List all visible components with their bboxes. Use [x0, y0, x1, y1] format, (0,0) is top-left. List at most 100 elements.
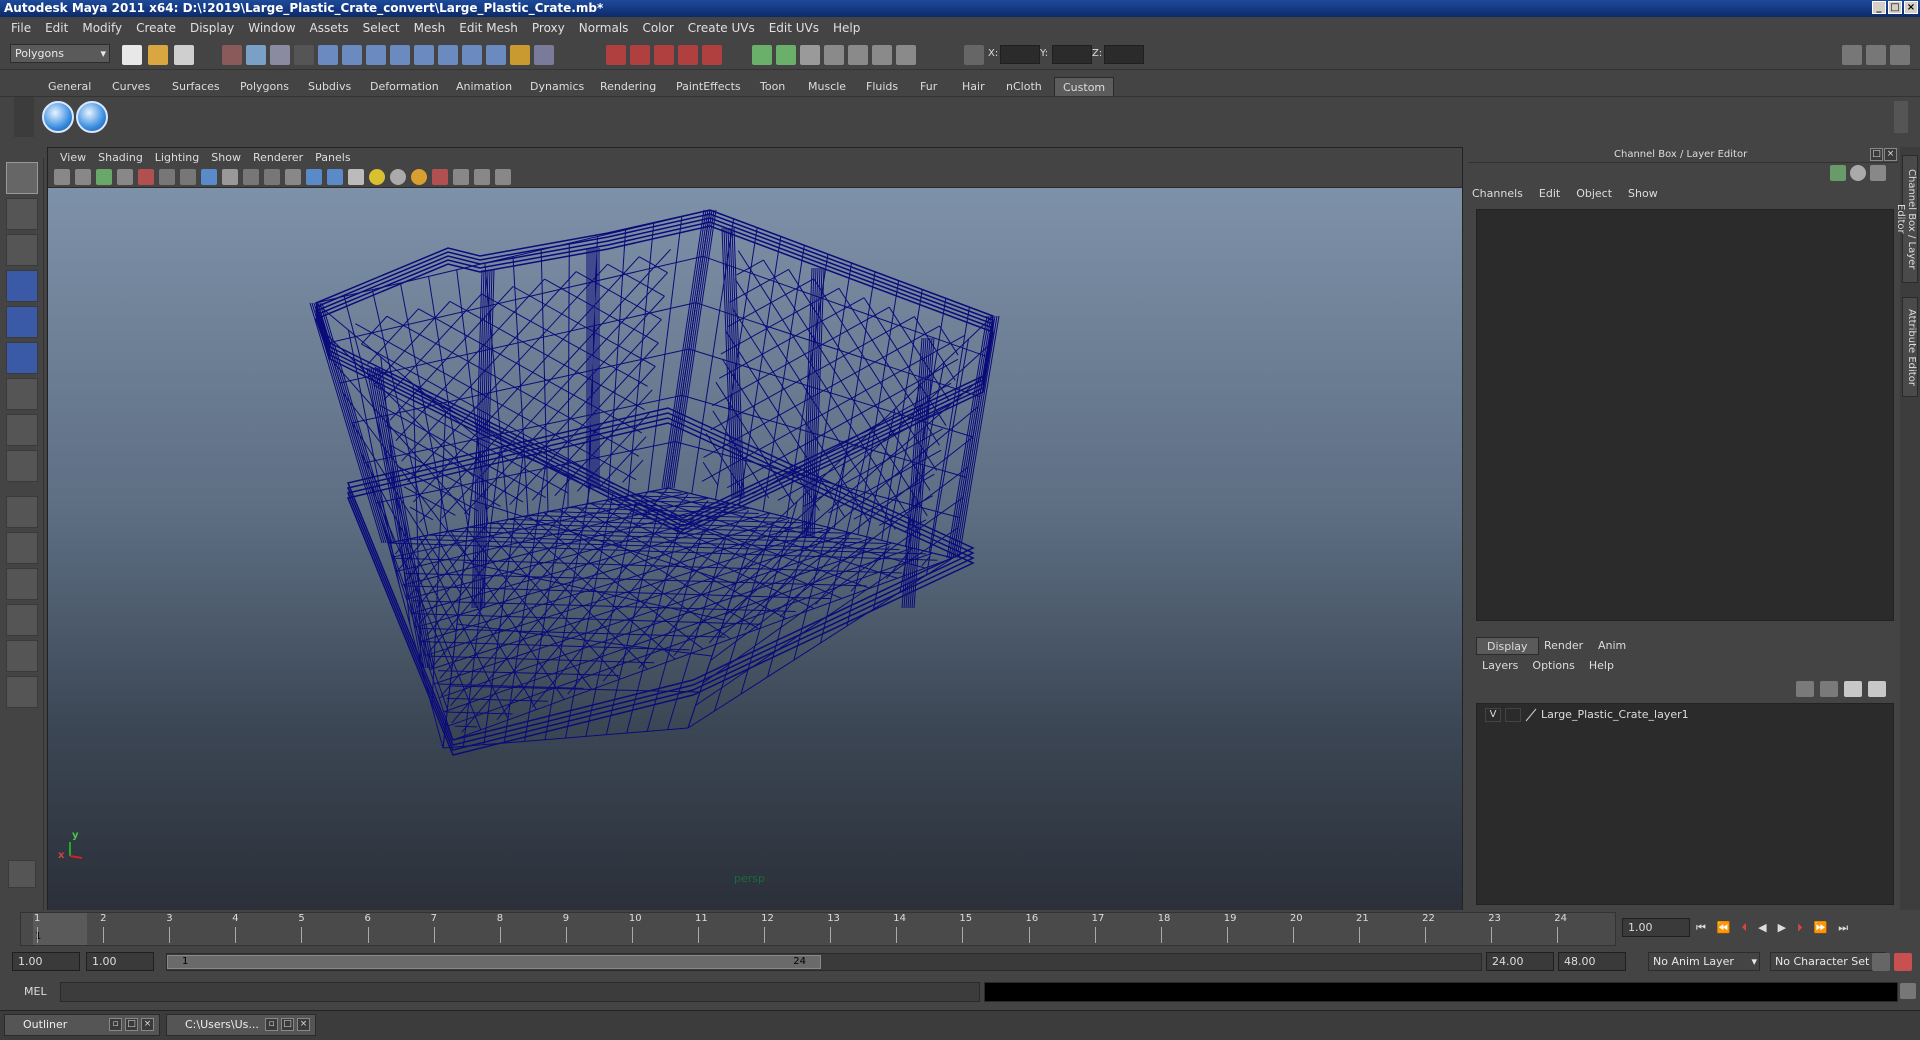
outliner-window-button[interactable]: Outliner ▫ □ × [4, 1014, 160, 1036]
safe-title-icon[interactable] [264, 169, 280, 185]
maximize-icon[interactable]: □ [125, 1018, 138, 1031]
select-component-icon[interactable] [270, 45, 290, 65]
shelf-scroll-icon[interactable] [1894, 101, 1908, 133]
render-view-icon[interactable] [824, 45, 844, 65]
new-layer-icon[interactable] [1844, 681, 1862, 697]
layer-move-down-icon[interactable] [1820, 681, 1838, 697]
pick-mask-4-icon[interactable] [390, 45, 410, 65]
go-to-start-icon[interactable]: ⏮ [1696, 921, 1706, 935]
shelf-tab-curves[interactable]: Curves [104, 77, 158, 96]
default-light-icon[interactable] [369, 169, 385, 185]
step-back-key-icon[interactable]: ⏪ [1717, 921, 1731, 935]
select-object-icon[interactable] [246, 45, 266, 65]
layer-type-toggle[interactable] [1505, 708, 1521, 722]
lock-selection-icon[interactable] [294, 45, 314, 65]
menu-color[interactable]: Color [635, 21, 680, 35]
speed-icon[interactable] [1850, 165, 1866, 181]
channels-menu[interactable]: Channels [1472, 187, 1523, 200]
hyper-icon[interactable] [1870, 165, 1886, 181]
smooth-shade-icon[interactable] [306, 169, 322, 185]
close-icon[interactable]: × [297, 1018, 310, 1031]
snap-grid-icon[interactable] [606, 45, 626, 65]
play-backward-icon[interactable]: ◀ [1758, 921, 1766, 935]
menu-select[interactable]: Select [356, 21, 407, 35]
paint-select-icon[interactable] [6, 234, 38, 266]
panel-menu-view[interactable]: View [54, 151, 92, 164]
menu-mesh[interactable]: Mesh [407, 21, 453, 35]
shelf-tab-fur[interactable]: Fur [912, 77, 945, 96]
custom-layout-icon[interactable] [6, 676, 38, 708]
pick-mask-3-icon[interactable] [366, 45, 386, 65]
input-ops-icon[interactable] [752, 45, 772, 65]
select-hierarchy-icon[interactable] [222, 45, 242, 65]
animation-start-field[interactable]: 1.00 [12, 952, 80, 971]
scale-tool-icon[interactable] [6, 342, 38, 374]
step-back-frame-icon[interactable]: ⏴ [1742, 921, 1748, 935]
y-field[interactable] [1052, 45, 1092, 64]
layer-tab-anim[interactable]: Anim [1588, 637, 1636, 655]
safe-action-icon[interactable] [243, 169, 259, 185]
lasso-tool-icon[interactable] [6, 198, 38, 230]
outliner-layout-icon[interactable] [6, 568, 38, 600]
character-set-dropdown[interactable]: No Character Set ▾ [1770, 952, 1886, 971]
all-lights-icon[interactable] [390, 169, 406, 185]
shelf-tab-subdivs[interactable]: Subdivs [300, 77, 359, 96]
range-slider-handle[interactable]: 1 24 [167, 955, 821, 969]
channels-object-menu[interactable]: Object [1576, 187, 1612, 200]
wireframe-icon[interactable] [285, 169, 301, 185]
shelf-tab-toon[interactable]: Toon [752, 77, 793, 96]
toggle-tool-settings-icon[interactable] [1890, 45, 1910, 65]
lock-icon[interactable] [510, 45, 530, 65]
manipulator-tool-icon[interactable] [6, 378, 38, 410]
toggle-panel-icon[interactable] [1842, 45, 1862, 65]
range-slider-track[interactable]: 1 24 [166, 953, 1482, 971]
step-forward-frame-icon[interactable]: ⏵ [1797, 921, 1803, 935]
shelf-tab-surfaces[interactable]: Surfaces [164, 77, 228, 96]
go-to-end-icon[interactable]: ⏭ [1838, 921, 1848, 935]
shelf-tab-fluids[interactable]: Fluids [858, 77, 906, 96]
side-tab-channel-box[interactable]: Channel Box / Layer Editor [1895, 155, 1918, 283]
transform-field-icon[interactable] [964, 45, 984, 65]
pick-mask-icon[interactable] [318, 45, 338, 65]
command-input[interactable] [60, 982, 980, 1002]
hud-icon[interactable] [474, 169, 490, 185]
menu-create-uvs[interactable]: Create UVs [681, 21, 762, 35]
menu-create[interactable]: Create [129, 21, 183, 35]
shelf-tab-rendering[interactable]: Rendering [592, 77, 664, 96]
pick-mask-2-icon[interactable] [342, 45, 362, 65]
close-icon[interactable]: × [1904, 1, 1918, 14]
help-icon[interactable] [486, 45, 506, 65]
menu-display[interactable]: Display [183, 21, 241, 35]
share-icon[interactable] [495, 169, 511, 185]
menu-edit[interactable]: Edit [38, 21, 75, 35]
save-scene-icon[interactable] [174, 45, 194, 65]
panel-menu-panels[interactable]: Panels [309, 151, 356, 164]
script-window-button[interactable]: C:\Users\Us... ▫ □ × [166, 1014, 316, 1036]
menu-file[interactable]: File [4, 21, 38, 35]
render-current-icon[interactable] [848, 45, 868, 65]
menu-help[interactable]: Help [826, 21, 867, 35]
isolate-select-icon[interactable] [453, 169, 469, 185]
select-tool-icon[interactable] [6, 162, 38, 194]
minimize-icon[interactable]: _ [1872, 1, 1886, 14]
hypershade-layout-icon[interactable] [6, 640, 38, 672]
pick-mask-6-icon[interactable] [438, 45, 458, 65]
select-camera-icon[interactable] [54, 169, 70, 185]
panel-menu-lighting[interactable]: Lighting [149, 151, 205, 164]
shelf-menu-icon[interactable] [14, 97, 34, 137]
new-layer-selected-icon[interactable] [1868, 681, 1886, 697]
image-plane-icon[interactable] [117, 169, 133, 185]
new-scene-icon[interactable] [122, 45, 142, 65]
shelf-tab-custom[interactable]: Custom [1054, 77, 1115, 96]
layer-tab-display[interactable]: Display [1476, 637, 1539, 655]
open-scene-icon[interactable] [148, 45, 168, 65]
shadows-icon[interactable] [411, 169, 427, 185]
close-panel-icon[interactable]: × [1884, 148, 1897, 161]
single-perspective-layout-icon[interactable] [6, 496, 38, 528]
wireframe-on-shaded-icon[interactable] [327, 169, 343, 185]
layers-menu[interactable]: Layers [1482, 659, 1518, 672]
grid-toggle-icon[interactable] [138, 169, 154, 185]
channel-list[interactable] [1476, 209, 1894, 621]
textured-icon[interactable] [348, 169, 364, 185]
layer-row[interactable]: V Large_Plastic_Crate_layer1 [1479, 706, 1891, 724]
